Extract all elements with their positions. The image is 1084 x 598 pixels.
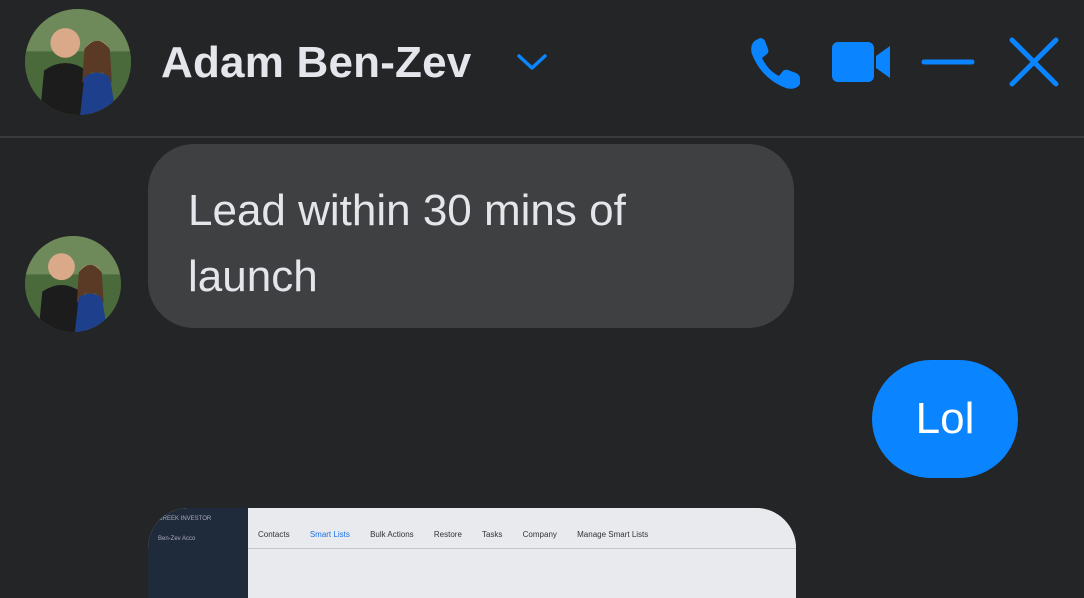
contact-avatar[interactable] (25, 9, 131, 115)
incoming-message-bubble[interactable]: Lead within 30 mins of launch (148, 144, 794, 328)
avatar-photo (25, 9, 131, 115)
attachment-tab: Company (522, 530, 557, 539)
minimize-icon[interactable] (918, 30, 978, 94)
message-list[interactable]: Lead within 30 mins of launch Lol GREEK … (0, 138, 1084, 598)
phone-icon[interactable] (744, 30, 804, 94)
chevron-down-icon[interactable] (513, 48, 551, 76)
attachment-tab: Smart Lists (309, 530, 350, 539)
avatar-photo (25, 236, 121, 332)
attachment-tab: Manage Smart Lists (577, 530, 649, 539)
sender-avatar[interactable] (25, 236, 121, 332)
attachment-sidebar-item: Ben-Zev Acco (158, 536, 196, 542)
attachment-tab: Restore (433, 530, 462, 539)
chat-header: Adam Ben-Zev (0, 0, 1084, 138)
attachment-sidebar: GREEK INVESTOR Ben-Zev Acco (148, 508, 248, 598)
attachment-sidebar-title: GREEK INVESTOR (158, 516, 212, 522)
video-camera-icon[interactable] (828, 30, 894, 94)
attachment-tab: Bulk Actions (370, 530, 414, 539)
attachment-tabs: Contacts Smart Lists Bulk Actions Restor… (258, 530, 666, 539)
attachment-main (248, 508, 796, 598)
close-icon[interactable] (1004, 30, 1064, 94)
contact-name[interactable]: Adam Ben-Zev (161, 38, 471, 88)
attachment-divider (248, 548, 796, 549)
attachment-tab: Contacts (258, 530, 290, 539)
image-attachment[interactable]: GREEK INVESTOR Ben-Zev Acco Contacts Sma… (148, 508, 796, 598)
outgoing-message-bubble[interactable]: Lol (872, 360, 1018, 478)
attachment-tab: Tasks (481, 530, 503, 539)
